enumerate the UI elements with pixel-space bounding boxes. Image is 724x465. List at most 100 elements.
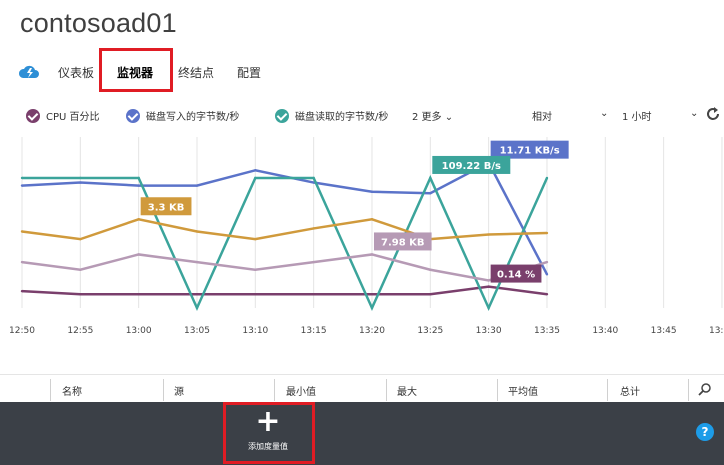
data-point: [137, 293, 140, 296]
col-average: 平均值: [508, 387, 538, 398]
legend-item-cpu[interactable]: CPU 百分比: [26, 108, 100, 123]
checkmark-icon: [126, 108, 140, 123]
data-point: [545, 273, 549, 276]
data-point: [195, 260, 199, 264]
search-icon[interactable]: [698, 382, 712, 396]
data-point: [545, 260, 549, 264]
data-point: [79, 181, 82, 184]
data-point: [79, 293, 82, 296]
series-line-4: [21, 217, 548, 241]
data-point: [254, 237, 257, 241]
x-tick-label: 13:10: [242, 326, 268, 336]
data-point: [429, 176, 432, 180]
col-source: 源: [174, 387, 184, 398]
time-range-select[interactable]: 1 小时 ⌄: [622, 108, 700, 123]
data-point: [487, 233, 490, 236]
x-tick-label: 13:30: [476, 326, 502, 336]
data-point: [20, 260, 24, 264]
data-point: [137, 253, 140, 256]
data-point: [195, 230, 199, 233]
more-metrics-dropdown[interactable]: 2 更多 ⌄: [412, 108, 453, 123]
tab-dashboard[interactable]: 仪表板: [58, 64, 94, 81]
command-bar: + 添加度量值 ?: [0, 402, 724, 465]
x-tick-label: 12:50: [9, 326, 35, 336]
data-callout-label: 109.22 B/s: [442, 161, 501, 172]
data-point: [79, 268, 82, 271]
data-point: [370, 253, 374, 256]
data-point: [79, 176, 82, 180]
add-metric-highlight: [223, 402, 315, 464]
data-point: [254, 169, 257, 172]
data-point: [195, 293, 199, 296]
x-tick-label: 13:00: [126, 326, 152, 336]
chevron-down-icon: ⌄: [600, 108, 609, 119]
relative-select[interactable]: 相对 ⌄: [532, 108, 610, 123]
x-tick-label: 12:55: [67, 326, 93, 336]
chevron-down-icon: ⌄: [444, 112, 454, 123]
data-point: [254, 268, 257, 271]
data-point: [545, 176, 549, 180]
legend-item-disk-read[interactable]: 磁盘读取的字节数/秒: [275, 108, 388, 123]
data-point: [487, 279, 490, 282]
metrics-table-header: 名称 源 最小值 最大 平均值 总计: [0, 374, 724, 403]
x-tick-label: 13:25: [417, 326, 443, 336]
data-point: [137, 176, 140, 180]
chevron-down-icon: ⌄: [690, 108, 699, 119]
data-point: [20, 230, 24, 233]
data-point: [545, 293, 549, 296]
help-icon[interactable]: ?: [696, 423, 714, 441]
series-line-5: [21, 253, 548, 282]
data-point: [429, 192, 432, 195]
series-line-1: [21, 285, 548, 296]
tab-endpoints[interactable]: 终结点: [178, 64, 214, 81]
data-point: [429, 293, 432, 296]
data-point: [487, 285, 490, 288]
col-max: 最大: [397, 387, 417, 398]
x-tick-label: 13:50: [709, 326, 724, 336]
data-point: [370, 190, 374, 193]
data-point: [20, 184, 24, 187]
data-point: [79, 237, 82, 241]
app-title: contosoad01: [20, 8, 177, 38]
cloud-service-icon: [18, 65, 39, 78]
data-point: [312, 176, 315, 180]
x-tick-label: 13:15: [301, 326, 327, 336]
col-name: 名称: [62, 387, 82, 398]
chart-legend: CPU 百分比 磁盘写入的字节数/秒 磁盘读取的字节数/秒 2 更多 ⌄ 相对 …: [0, 104, 724, 128]
data-point: [254, 176, 257, 180]
data-point: [312, 260, 315, 264]
x-tick-label: 13:45: [651, 326, 677, 336]
tab-configure[interactable]: 配置: [237, 64, 261, 81]
x-tick-label: 13:40: [592, 326, 618, 336]
col-min: 最小值: [286, 387, 316, 398]
data-point: [195, 184, 199, 187]
data-point: [254, 293, 257, 296]
data-point: [487, 306, 490, 310]
data-callout-label: 7.98 KB: [381, 237, 425, 248]
checkmark-icon: [26, 108, 40, 123]
x-tick-label: 13:05: [184, 326, 210, 336]
data-point: [370, 293, 374, 296]
series-line-2: [21, 160, 549, 275]
x-tick-label: 13:20: [359, 326, 385, 336]
data-point: [312, 227, 315, 230]
data-point: [312, 293, 315, 296]
data-point: [137, 218, 140, 221]
data-callout-label: 3.3 KB: [148, 202, 185, 213]
data-point: [370, 306, 374, 310]
monitor-tab-highlight: [99, 48, 173, 92]
data-callout-label: 11.71 KB/s: [500, 146, 560, 157]
data-point: [370, 218, 374, 221]
data-point: [545, 231, 549, 235]
data-callout-label: 0.14 %: [497, 270, 535, 281]
data-point: [195, 306, 199, 310]
checkmark-icon: [275, 108, 289, 123]
legend-item-disk-write[interactable]: 磁盘写入的字节数/秒: [126, 108, 239, 123]
data-point: [20, 289, 24, 293]
data-point: [137, 184, 140, 187]
metrics-line-chart: 12:50 12:55 13:00 13:05 13:10 13:15 13:20 13:25…: [9, 137, 724, 336]
data-point: [20, 176, 24, 180]
x-tick-label: 13:35: [534, 326, 560, 336]
col-total: 总计: [620, 387, 640, 398]
refresh-icon[interactable]: [704, 105, 722, 123]
